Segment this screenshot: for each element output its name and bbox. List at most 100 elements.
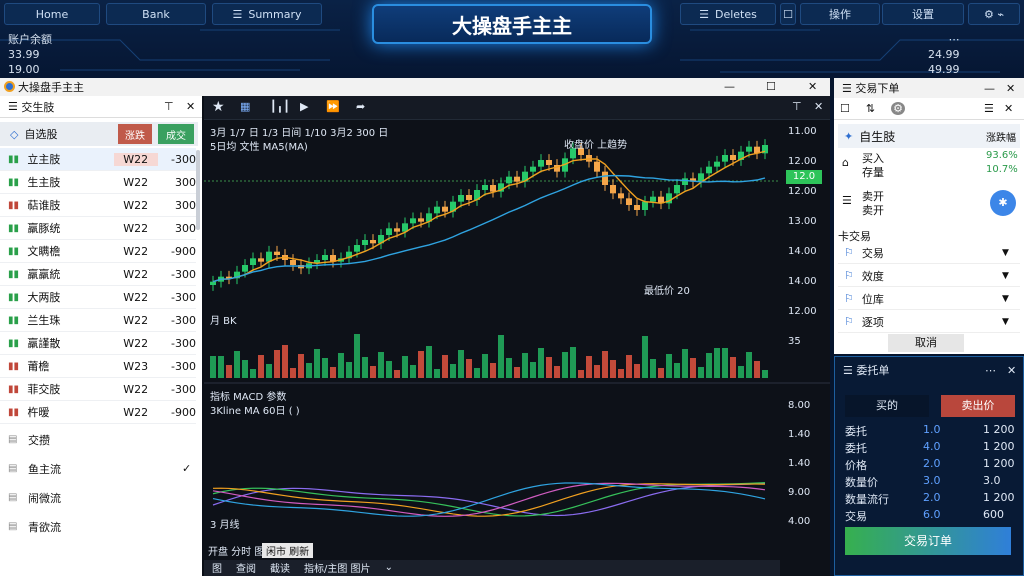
bars-icon[interactable]: ┃╻┃ bbox=[270, 100, 290, 113]
top-dashboard: Home Bank ☰ Summary ☰ Deletes ☐ 操作 设置 ⚙ ⌁ … bbox=[0, 0, 1024, 78]
y-tick-label: 12.00 bbox=[788, 306, 817, 317]
pin-icon[interactable]: ⊤ bbox=[792, 100, 802, 113]
play-icon[interactable]: ▶ bbox=[300, 100, 308, 113]
watchlist-extra-item[interactable]: ▤ 青欲流 bbox=[0, 515, 196, 538]
buy-row[interactable]: ⌂ 买入 存量 93.6% 10.7% bbox=[840, 150, 1020, 184]
forward-icon[interactable]: ⏩ bbox=[326, 100, 340, 113]
cancel-button[interactable]: 取消 bbox=[888, 334, 964, 352]
watchlist-row[interactable]: ▮▮ 立主肢 W22 -300 bbox=[0, 148, 196, 171]
sort-volume-button[interactable]: 成交 bbox=[158, 124, 194, 144]
candle bbox=[482, 185, 488, 190]
submit-order-button[interactable]: 交易订单 bbox=[845, 527, 1011, 555]
watchlist-row[interactable]: ▮▮ 羸謹散 W22 -300 bbox=[0, 332, 196, 355]
share-icon[interactable]: ➦ bbox=[356, 100, 365, 113]
watchlist-extra-item[interactable]: ▤ 交攒 bbox=[0, 428, 196, 451]
watchlist-row[interactable]: ▮▮ 菲交肢 W22 -300 bbox=[0, 378, 196, 401]
close-icon[interactable]: ✕ bbox=[186, 100, 195, 113]
volume-bar bbox=[402, 356, 408, 378]
bank-button[interactable]: Bank bbox=[106, 3, 206, 25]
dots-icon[interactable]: ⋯ bbox=[985, 364, 996, 377]
order-option[interactable]: ⚐ 逐项 ▼ bbox=[838, 311, 1020, 333]
order-option[interactable]: ⚐ 效度 ▼ bbox=[838, 265, 1020, 287]
chevron-down-icon[interactable]: ⌄ bbox=[385, 562, 393, 573]
chart-toolbar: ★ ▦ ┃╻┃ ▶ ⏩ ➦ ⊤ ✕ bbox=[204, 96, 830, 120]
close-icon[interactable]: ✕ bbox=[1007, 364, 1016, 377]
indicator-params: 3Kline MA 60日 ( ) bbox=[210, 406, 300, 417]
maximize-button[interactable]: ☐ bbox=[766, 80, 776, 93]
menu-icon[interactable]: ☰ bbox=[843, 364, 853, 377]
settings-button[interactable]: ⚙ ⌁ bbox=[968, 3, 1020, 25]
window-icon[interactable]: ☐ bbox=[780, 3, 796, 25]
trade-row[interactable]: 价格 2.0 1 200 bbox=[845, 457, 1015, 473]
tab-refresh[interactable]: 闲市 刷新 bbox=[262, 543, 314, 558]
stock-value: -300 bbox=[171, 313, 196, 327]
watchlist-row[interactable]: ▮▮ 杵暧 W22 -900 bbox=[0, 401, 196, 424]
candle bbox=[642, 201, 648, 210]
watchlist-row[interactable]: ▮▮ 大两肢 W22 -300 bbox=[0, 286, 196, 309]
close-button[interactable]: ✕ bbox=[808, 80, 817, 93]
watchlist-row[interactable]: ▮▮ 羸豚统 W22 300 bbox=[0, 217, 196, 240]
action-button-1[interactable]: 操作 bbox=[800, 3, 880, 25]
close-icon[interactable]: ✕ bbox=[1004, 102, 1013, 115]
bottom-item[interactable]: 截读 bbox=[270, 560, 290, 575]
order-option[interactable]: ⚐ 位库 ▼ bbox=[838, 288, 1020, 310]
list-icon[interactable]: ☰ bbox=[984, 102, 994, 115]
watchlist-row[interactable]: ▮▮ 莆檐 W23 -300 bbox=[0, 355, 196, 378]
volume-bar bbox=[746, 352, 752, 378]
pin-icon[interactable]: ⊤ bbox=[164, 100, 174, 113]
candle bbox=[626, 198, 632, 205]
watchlist-extra-item[interactable]: ▤ 鱼主流 ✓ bbox=[0, 457, 196, 480]
close-icon[interactable]: ✕ bbox=[1006, 82, 1015, 95]
bottom-item[interactable]: 查阅 bbox=[236, 560, 256, 575]
menu-icon[interactable]: ☰ bbox=[8, 100, 18, 113]
tab-timeshare[interactable]: 开盘 分时 图 bbox=[208, 543, 264, 558]
volume-bar bbox=[650, 359, 656, 378]
minimize-button[interactable]: — bbox=[724, 80, 735, 93]
scrollbar[interactable] bbox=[196, 150, 200, 230]
watchlist-row[interactable]: ▮▮ 羸羸統 W22 -300 bbox=[0, 263, 196, 286]
refresh-button[interactable]: ✱ bbox=[990, 190, 1016, 216]
sell-row[interactable]: ☰ 卖开 卖开 ✱ bbox=[840, 188, 1020, 222]
watchlist-row[interactable]: ▮▮ 生主肢 W22 300 bbox=[0, 171, 196, 194]
volume-bar bbox=[338, 353, 344, 378]
bottom-item[interactable]: 图 bbox=[212, 560, 222, 575]
trade-row[interactable]: 委托 1.0 1 200 bbox=[845, 423, 1015, 439]
menu-icon[interactable]: ☰ bbox=[842, 82, 852, 95]
sell-tab[interactable]: 卖出价 bbox=[941, 395, 1015, 417]
bottom-item[interactable]: 指标/主图 图片 bbox=[304, 560, 371, 575]
option-icon: ⚐ bbox=[844, 246, 854, 259]
watchlist-extra-item[interactable]: ▤ 闹微流 bbox=[0, 486, 196, 509]
watchlist-row[interactable]: ▮▮ 兰生珠 W22 -300 bbox=[0, 309, 196, 332]
summary-button[interactable]: ☰ Summary bbox=[212, 3, 322, 25]
stock-value: -300 bbox=[171, 267, 196, 281]
last-price-tag: 12.0 bbox=[786, 170, 822, 184]
home-button[interactable]: Home bbox=[4, 3, 100, 25]
close-icon[interactable]: ✕ bbox=[814, 100, 823, 113]
price-chart[interactable]: 11.00 12.00 12.00 13.00 14.00 14.00 12.00 35 8.0… bbox=[204, 120, 830, 576]
order-option[interactable]: ⚐ 交易 ▼ bbox=[838, 242, 1020, 264]
watchlist-row[interactable]: ▮▮ 萜谁肢 W22 300 bbox=[0, 194, 196, 217]
volume-bar bbox=[330, 367, 336, 378]
stock-code: W22 bbox=[123, 244, 149, 258]
high-annotation: 收盘价 上趋势 bbox=[564, 140, 628, 151]
bar-up-icon: ▮▮ bbox=[8, 314, 20, 326]
calendar-icon[interactable]: ▦ bbox=[240, 100, 250, 113]
trade-row[interactable]: 委托 4.0 1 200 bbox=[845, 440, 1015, 456]
stock-name: 羸豚统 bbox=[27, 222, 61, 235]
candle bbox=[458, 195, 464, 202]
trade-row[interactable]: 交易 6.0 600 bbox=[845, 508, 1015, 524]
deletes-button[interactable]: ☰ Deletes bbox=[680, 3, 776, 25]
window-icon[interactable]: ☐ bbox=[840, 102, 850, 115]
trade-row[interactable]: 数量价 3.0 3.0 bbox=[845, 474, 1015, 490]
volume-bar bbox=[706, 353, 712, 378]
stock-row[interactable]: ✦ 自生肢 涨跌幅 bbox=[838, 124, 1020, 148]
star-icon[interactable]: ★ bbox=[212, 99, 225, 115]
watchlist-row[interactable]: ▮▮ 文瞒檐 W22 -900 bbox=[0, 240, 196, 263]
minimize-icon[interactable]: — bbox=[984, 82, 995, 95]
trade-row[interactable]: 数量流行 2.0 1 200 bbox=[845, 491, 1015, 507]
sort-change-button[interactable]: 涨跌 bbox=[118, 124, 152, 144]
action-button-2[interactable]: 设置 bbox=[882, 3, 964, 25]
gear-icon[interactable]: ⚙ bbox=[891, 102, 905, 115]
buy-tab[interactable]: 买的 bbox=[845, 395, 929, 417]
list-icon[interactable]: ⇅ bbox=[866, 102, 875, 115]
